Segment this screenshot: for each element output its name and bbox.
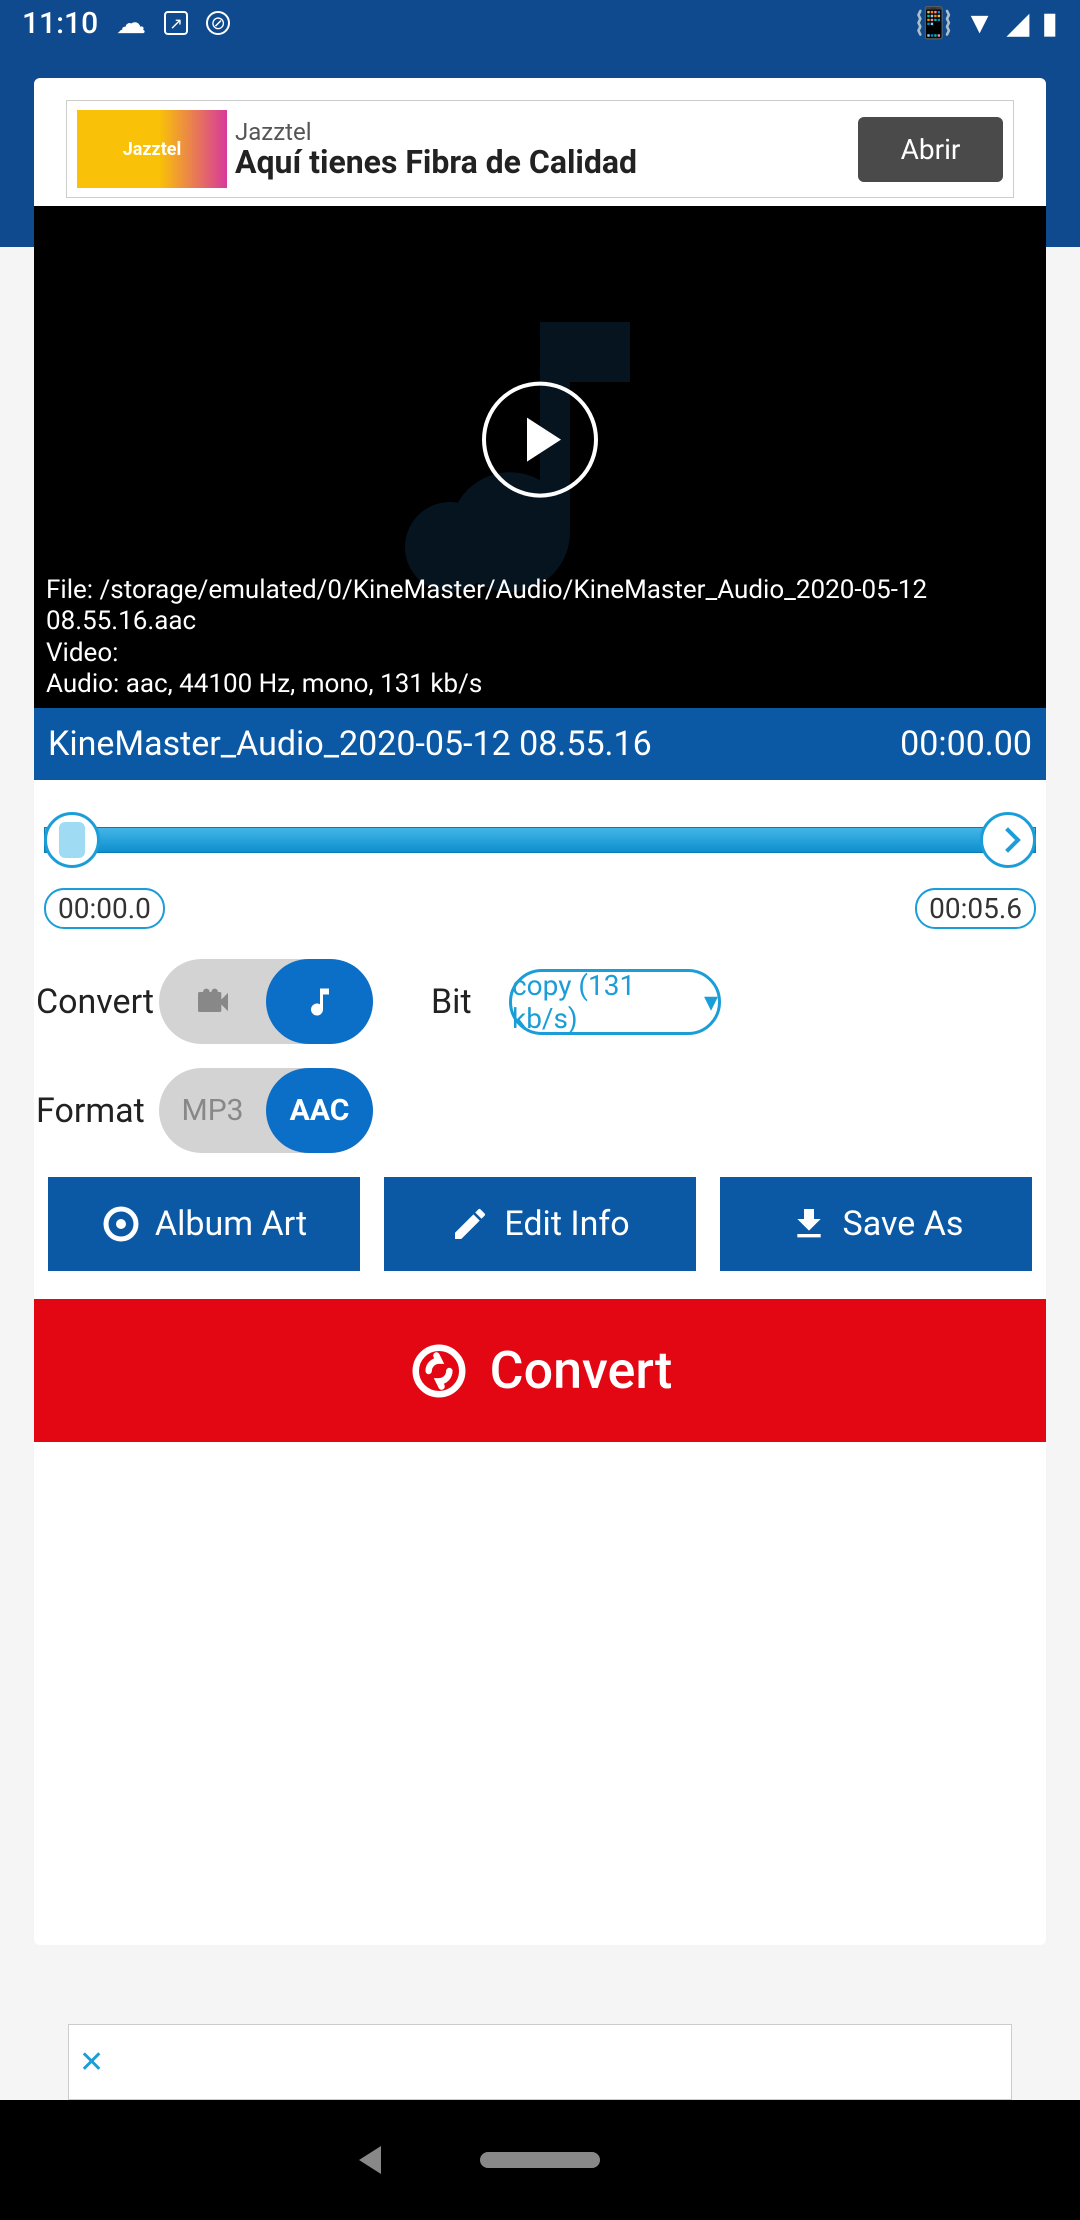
seek-handle-start[interactable] (44, 812, 100, 868)
back-button[interactable] (359, 2146, 381, 2174)
bitrate-button[interactable]: copy (131 kb/s) ▾ (509, 969, 721, 1035)
file-timecode: 00:00.00 (900, 724, 1032, 764)
cloud-icon: ☁ (116, 6, 146, 41)
save-as-label: Save As (843, 1204, 964, 1244)
battery-icon: ▮ (1041, 6, 1058, 41)
player-preview[interactable]: File: /storage/emulated/0/KineMaster/Aud… (34, 206, 1046, 708)
seek-area: 00:00.0 00:05.6 (34, 780, 1046, 939)
status-time: 11:10 (22, 6, 98, 41)
signal-icon: ◢ (1006, 6, 1029, 41)
seek-bar[interactable] (44, 827, 1036, 853)
refresh-icon (408, 1340, 470, 1402)
play-button[interactable] (482, 382, 598, 498)
controls: Convert Bit copy (131 kb/s) ▾ Format MP3… (34, 939, 1046, 1452)
format-aac-option[interactable]: AAC (266, 1068, 373, 1153)
video-icon (193, 982, 233, 1022)
ad-cta-button[interactable]: Abrir (858, 117, 1003, 182)
convert-button[interactable]: Convert (34, 1299, 1046, 1442)
download-icon (789, 1204, 829, 1244)
blocked-icon: ⊘ (206, 11, 230, 35)
file-info: File: /storage/emulated/0/KineMaster/Aud… (34, 567, 1046, 708)
seek-handle-end[interactable] (980, 812, 1036, 868)
convert-dialog: Jazztel Jazztel Aquí tienes Fibra de Cal… (34, 78, 1046, 1945)
disc-icon (101, 1204, 141, 1244)
status-left: 11:10 ☁ ↗ ⊘ (22, 6, 230, 41)
close-icon[interactable]: ✕ (79, 2045, 104, 2080)
ad-cta-label: Abrir (901, 133, 961, 166)
home-pill[interactable] (480, 2152, 600, 2168)
edit-info-label: Edit Info (504, 1204, 629, 1244)
file-title-bar: KineMaster_Audio_2020-05-12 08.55.16 00:… (34, 708, 1046, 780)
ad-logo-text: Jazztel (123, 139, 182, 160)
format-row: Format MP3 AAC (34, 1068, 1046, 1153)
album-art-label: Album Art (155, 1204, 307, 1244)
edit-info-button[interactable]: Edit Info (384, 1177, 696, 1271)
chevron-right-icon (995, 827, 1020, 852)
play-icon (527, 418, 561, 462)
ad-headline: Aquí tienes Fibra de Calidad (235, 146, 850, 180)
bit-label: Bit (429, 982, 489, 1022)
format-label: Format (34, 1091, 159, 1131)
music-icon (302, 984, 338, 1020)
bottom-ad-banner[interactable]: ✕ (68, 2024, 1012, 2100)
action-row: Album Art Edit Info Save As (34, 1177, 1046, 1271)
ad-banner[interactable]: Jazztel Jazztel Aquí tienes Fibra de Cal… (66, 100, 1014, 198)
bitrate-value: copy (131 kb/s) (512, 969, 702, 1035)
file-path: File: /storage/emulated/0/KineMaster/Aud… (46, 575, 1034, 637)
convert-video-option[interactable] (159, 959, 266, 1044)
video-info: Video: (46, 638, 1034, 669)
save-as-button[interactable]: Save As (720, 1177, 1032, 1271)
app-icon: ↗ (164, 11, 188, 35)
wifi-icon: ▼ (965, 6, 995, 41)
convert-row: Convert Bit copy (131 kb/s) ▾ (34, 959, 1046, 1044)
convert-label: Convert (490, 1340, 673, 1401)
navigation-bar (0, 2100, 1080, 2220)
convert-toggle[interactable] (159, 959, 373, 1044)
convert-label: Convert (34, 982, 159, 1022)
seek-track[interactable] (44, 810, 1036, 870)
file-title: KineMaster_Audio_2020-05-12 08.55.16 (48, 724, 652, 764)
ad-text: Jazztel Aquí tienes Fibra de Calidad (227, 118, 858, 180)
ad-image: Jazztel (77, 110, 227, 188)
format-toggle[interactable]: MP3 AAC (159, 1068, 373, 1153)
vibrate-icon: 📳 (915, 6, 952, 41)
time-end: 00:05.6 (915, 888, 1036, 929)
pencil-icon (450, 1204, 490, 1244)
album-art-button[interactable]: Album Art (48, 1177, 360, 1271)
convert-audio-option[interactable] (266, 959, 373, 1044)
ad-brand: Jazztel (235, 118, 850, 146)
status-bar: 11:10 ☁ ↗ ⊘ 📳 ▼ ◢ ▮ (0, 0, 1080, 46)
time-start: 00:00.0 (44, 888, 165, 929)
status-right: 📳 ▼ ◢ ▮ (915, 6, 1058, 41)
time-labels: 00:00.0 00:05.6 (44, 888, 1036, 929)
dropdown-icon: ▾ (704, 985, 718, 1018)
format-mp3-option[interactable]: MP3 (159, 1068, 266, 1153)
audio-info: Audio: aac, 44100 Hz, mono, 131 kb/s (46, 669, 1034, 700)
handle-grip-icon (59, 822, 85, 858)
